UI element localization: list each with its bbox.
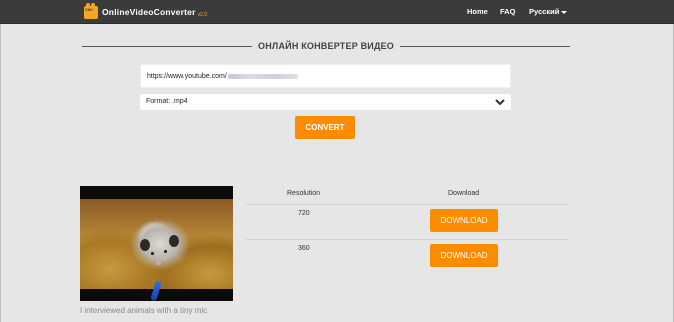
url-redacted-segment (227, 73, 298, 79)
row-resolution: 360 (298, 245, 310, 252)
brand-link[interactable]: ONC OnlineVideoConverter v2.0 (84, 2, 208, 20)
caret-down-icon (561, 10, 568, 14)
format-select-value: Format: .mp4 (146, 98, 188, 105)
title-divider-right (399, 45, 571, 47)
thumbnail-image (80, 199, 233, 301)
nav-home-link[interactable]: Home (467, 7, 488, 16)
converter-title-row: ОНЛАЙН КОНВЕРТЕР ВИДЕО (82, 40, 571, 52)
thumbnail-eye-right (164, 250, 167, 253)
thumbnail-ear-right (169, 235, 179, 247)
table-divider (246, 204, 568, 205)
thumbnail-eye-left (151, 252, 154, 255)
resolution-header: Resolution (287, 190, 321, 197)
download-header: Download (448, 190, 480, 197)
url-input[interactable]: https://www.youtube.com/ (140, 64, 511, 88)
format-select[interactable]: Format: .mp4 (140, 94, 511, 110)
page-title: ОНЛАЙН КОНВЕРТЕР ВИДЕО (258, 41, 394, 51)
brand-name: OnlineVideoConverter (102, 7, 196, 17)
brand-version: v2.0 (197, 12, 208, 18)
thumbnail-microphone (150, 280, 162, 301)
logo-camera-icon: ONC (84, 2, 98, 19)
chevron-down-icon (495, 99, 505, 106)
language-label: Русский (529, 7, 560, 16)
video-thumbnail (80, 186, 233, 301)
title-divider-left (82, 45, 253, 47)
thumbnail-ear-left (140, 239, 150, 251)
nav-faq-link[interactable]: FAQ (500, 7, 515, 16)
url-input-value: https://www.youtube.com/ (147, 73, 227, 80)
video-title: I interviewed animals with a tiny mic (80, 306, 208, 315)
thumbnail-nose (156, 261, 161, 265)
row-resolution: 720 (298, 210, 310, 217)
nav-language-dropdown[interactable]: Русский (529, 7, 568, 16)
download-button-360[interactable]: DOWNLOAD (430, 244, 498, 267)
logo-text: ONC (85, 7, 93, 12)
top-navbar: ONC OnlineVideoConverter v2.0 Home FAQ Р… (0, 0, 674, 24)
convert-button[interactable]: CONVERT (295, 116, 355, 139)
table-divider (246, 239, 568, 240)
download-button-720[interactable]: DOWNLOAD (430, 209, 498, 232)
